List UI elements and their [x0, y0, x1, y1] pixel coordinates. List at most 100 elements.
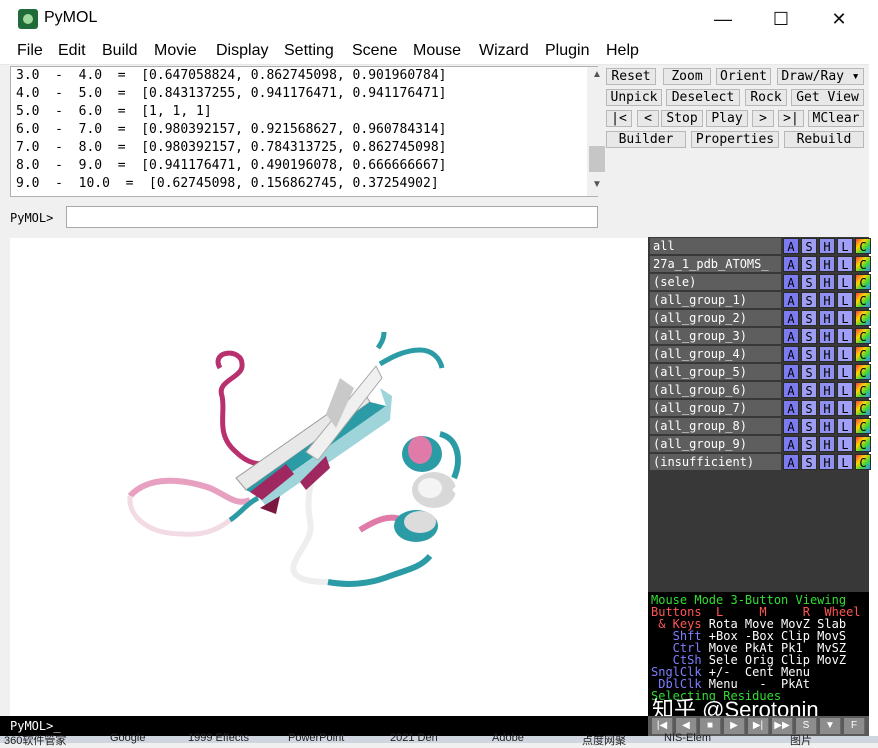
object-l-button[interactable]: L [837, 238, 853, 254]
object-c-button[interactable]: C [855, 346, 871, 362]
scroll-up-arrow-icon[interactable]: ▲ [587, 69, 607, 85]
reset-button[interactable]: Reset [606, 68, 656, 85]
taskbar-item[interactable]: 图片 [790, 732, 812, 748]
object-l-button[interactable]: L [837, 256, 853, 272]
object-s-button[interactable]: S [801, 454, 817, 470]
menu-mouse[interactable]: Mouse [413, 42, 461, 60]
object-h-button[interactable]: H [819, 364, 835, 380]
object-s-button[interactable]: S [801, 310, 817, 326]
deselect-button[interactable]: Deselect [666, 89, 740, 106]
properties-button[interactable]: Properties [691, 131, 779, 148]
rebuild-button[interactable]: Rebuild [784, 131, 864, 148]
scene-down-icon[interactable]: ▼ [820, 718, 841, 734]
object-s-button[interactable]: S [801, 328, 817, 344]
object-a-button[interactable]: A [783, 346, 799, 362]
object-h-button[interactable]: H [819, 436, 835, 452]
command-input[interactable] [66, 206, 598, 228]
object-s-button[interactable]: S [801, 400, 817, 416]
object-c-button[interactable]: C [855, 292, 871, 308]
menu-file[interactable]: File [17, 42, 43, 60]
taskbar-item[interactable]: 360软件管家 [4, 732, 66, 748]
taskbar-item[interactable]: Adobe [492, 732, 524, 744]
object-a-button[interactable]: A [783, 274, 799, 290]
object-a-button[interactable]: A [783, 310, 799, 326]
object-c-button[interactable]: C [855, 382, 871, 398]
draw-ray-button[interactable]: Draw/Ray ▾ [777, 68, 864, 85]
minimize-button[interactable]: — [694, 0, 752, 38]
object-h-button[interactable]: H [819, 274, 835, 290]
object-h-button[interactable]: H [819, 454, 835, 470]
object-name[interactable]: (all_group_7) [650, 400, 781, 416]
object-a-button[interactable]: A [783, 418, 799, 434]
play-button[interactable]: Play [706, 110, 748, 127]
object-name[interactable]: (sele) [650, 274, 781, 290]
object-s-button[interactable]: S [801, 292, 817, 308]
object-c-button[interactable]: C [855, 310, 871, 326]
object-a-button[interactable]: A [783, 292, 799, 308]
object-h-button[interactable]: H [819, 346, 835, 362]
object-name[interactable]: (all_group_6) [650, 382, 781, 398]
fullscreen-f-icon[interactable]: F [844, 718, 865, 734]
object-s-button[interactable]: S [801, 418, 817, 434]
object-name[interactable]: (all_group_3) [650, 328, 781, 344]
object-s-button[interactable]: S [801, 364, 817, 380]
object-c-button[interactable]: C [855, 364, 871, 380]
menu-display[interactable]: Display [216, 42, 268, 60]
menu-help[interactable]: Help [606, 42, 639, 60]
object-c-button[interactable]: C [855, 436, 871, 452]
object-l-button[interactable]: L [837, 346, 853, 362]
previous-frame-button[interactable]: < [637, 110, 659, 127]
object-a-button[interactable]: A [783, 454, 799, 470]
object-h-button[interactable]: H [819, 292, 835, 308]
object-s-button[interactable]: S [801, 238, 817, 254]
object-s-button[interactable]: S [801, 274, 817, 290]
object-a-button[interactable]: A [783, 256, 799, 272]
get-view-button[interactable]: Get View [791, 89, 864, 106]
object-l-button[interactable]: L [837, 310, 853, 326]
object-l-button[interactable]: L [837, 436, 853, 452]
object-h-button[interactable]: H [819, 310, 835, 326]
object-h-button[interactable]: H [819, 328, 835, 344]
object-s-button[interactable]: S [801, 436, 817, 452]
object-l-button[interactable]: L [837, 454, 853, 470]
builder-button[interactable]: Builder [606, 131, 686, 148]
menu-edit[interactable]: Edit [58, 42, 86, 60]
object-c-button[interactable]: C [855, 256, 871, 272]
object-name[interactable]: all [650, 238, 781, 254]
scrollbar-thumb[interactable] [589, 146, 605, 172]
unpick-button[interactable]: Unpick [606, 89, 662, 106]
taskbar-item[interactable]: NIS-Elem [664, 732, 711, 744]
object-name[interactable]: (all_group_9) [650, 436, 781, 452]
taskbar-item[interactable]: PowerPoint [288, 732, 344, 744]
maximize-button[interactable]: ☐ [752, 0, 810, 38]
object-a-button[interactable]: A [783, 364, 799, 380]
object-name[interactable]: (all_group_2) [650, 310, 781, 326]
menu-setting[interactable]: Setting [284, 42, 334, 60]
object-s-button[interactable]: S [801, 382, 817, 398]
object-c-button[interactable]: C [855, 454, 871, 470]
object-l-button[interactable]: L [837, 364, 853, 380]
object-name[interactable]: (all_group_1) [650, 292, 781, 308]
taskbar-item[interactable]: 1999 Effects [188, 732, 249, 744]
object-l-button[interactable]: L [837, 292, 853, 308]
object-h-button[interactable]: H [819, 418, 835, 434]
object-c-button[interactable]: C [855, 274, 871, 290]
step-forward-icon[interactable]: ▶| [748, 718, 769, 734]
first-frame-button[interactable]: |< [606, 110, 632, 127]
object-c-button[interactable]: C [855, 400, 871, 416]
taskbar-item[interactable]: 2021 Den [390, 732, 438, 744]
object-s-button[interactable]: S [801, 256, 817, 272]
menu-movie[interactable]: Movie [154, 42, 197, 60]
object-a-button[interactable]: A [783, 382, 799, 398]
object-a-button[interactable]: A [783, 436, 799, 452]
object-l-button[interactable]: L [837, 328, 853, 344]
rock-button[interactable]: Rock [745, 89, 787, 106]
menu-build[interactable]: Build [102, 42, 138, 60]
object-h-button[interactable]: H [819, 400, 835, 416]
object-h-button[interactable]: H [819, 382, 835, 398]
object-name[interactable]: (all_group_5) [650, 364, 781, 380]
object-a-button[interactable]: A [783, 400, 799, 416]
mclear-button[interactable]: MClear [808, 110, 864, 127]
object-a-button[interactable]: A [783, 328, 799, 344]
object-a-button[interactable]: A [783, 238, 799, 254]
